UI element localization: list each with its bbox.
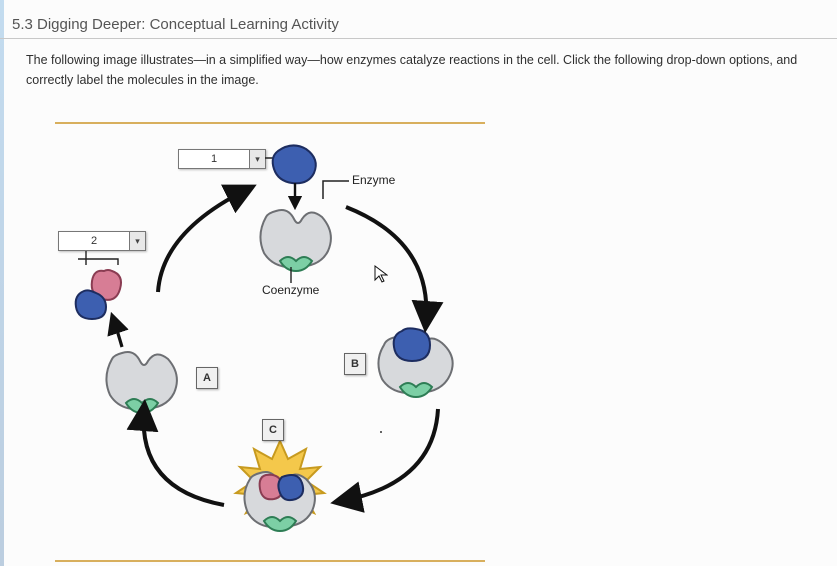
dropdown-2-value: 2 (58, 231, 129, 251)
leader-coenzyme (290, 267, 292, 283)
arrow-products-release (108, 317, 128, 351)
figure-bottom-rule (55, 560, 485, 562)
stray-dot (380, 431, 382, 433)
activity-instructions: The following image illustrates—in a sim… (26, 50, 819, 90)
marker-c[interactable]: C (262, 419, 284, 441)
label-coenzyme: Coenzyme (262, 283, 319, 297)
page-left-accent (0, 0, 4, 566)
enzyme-stage-c (220, 435, 340, 545)
products-shapes (70, 265, 140, 325)
cycle-arrow-c-to-a (128, 405, 238, 515)
dropdown-1-button[interactable]: ▾ (249, 149, 266, 169)
enzyme-stage-b (370, 325, 462, 403)
dropdown-1-value: 1 (178, 149, 249, 169)
substrate-shape (268, 143, 320, 187)
cycle-arrow-a-to-top (150, 180, 260, 300)
leader-enzyme (323, 181, 351, 203)
section-divider (0, 38, 837, 39)
marker-a[interactable]: A (196, 367, 218, 389)
enzyme-free (254, 205, 338, 275)
cycle-arrow-top-to-b (340, 201, 450, 331)
marker-b[interactable]: B (344, 353, 366, 375)
activity-page: 5.3 Digging Deeper: Conceptual Learning … (0, 0, 837, 566)
label-enzyme: Enzyme (352, 173, 395, 187)
dropdown-2[interactable]: 2 ▾ (58, 231, 146, 251)
section-title: 5.3 Digging Deeper: Conceptual Learning … (12, 16, 339, 33)
dropdown-1[interactable]: 1 ▾ (178, 149, 266, 169)
dropdown-2-button[interactable]: ▾ (129, 231, 146, 251)
cycle-arrow-b-to-c (330, 405, 450, 515)
enzyme-cycle-diagram: 1 ▾ Enzyme Coenzyme (40, 125, 520, 555)
mouse-cursor-icon (374, 265, 388, 286)
figure-top-rule (55, 122, 485, 124)
